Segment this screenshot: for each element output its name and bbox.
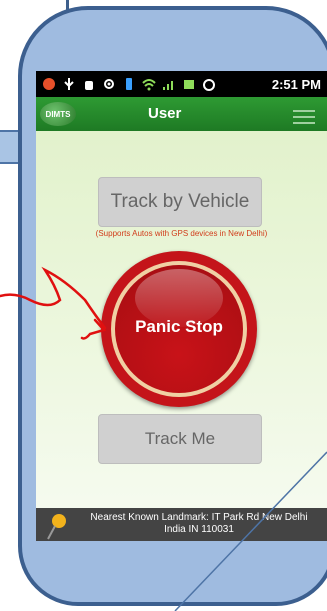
phone-screen: 2:51 PM DIMTS User Track by Vehicle (Sup… [36,71,327,541]
landmark-line-2: India IN 110031 [164,524,234,535]
dimts-logo: DIMTS [40,102,76,126]
status-bar: 2:51 PM [36,71,327,97]
pushpin-icon [47,514,66,540]
hamburger-menu-icon[interactable] [293,106,315,128]
page-title: User [148,105,182,122]
notification-icon [42,77,56,91]
battery-icon [182,77,196,91]
android-debug-icon [82,77,96,91]
track-vehicle-note: (Supports Autos with GPS devices in New … [95,229,268,238]
landmark-text: Nearest Known Landmark: IT Park Rd New D… [76,512,322,536]
signal-icon [162,77,176,91]
track-by-vehicle-button[interactable]: Track by Vehicle [98,177,262,227]
gps-icon [102,77,116,91]
app-titlebar: DIMTS User [36,97,327,131]
panic-stop-label: Panic Stop [135,317,223,336]
status-time: 2:51 PM [271,76,321,92]
wifi-icon [142,77,156,91]
vibrate-icon [122,77,136,91]
landmark-bar: Nearest Known Landmark: IT Park Rd New D… [36,508,327,541]
usb-icon [62,77,76,91]
alarm-icon [202,77,216,91]
track-me-button[interactable]: Track Me [98,414,262,464]
panic-stop-button[interactable]: Panic Stop [101,251,257,407]
landmark-line-1: Nearest Known Landmark: IT Park Rd New D… [90,512,308,523]
